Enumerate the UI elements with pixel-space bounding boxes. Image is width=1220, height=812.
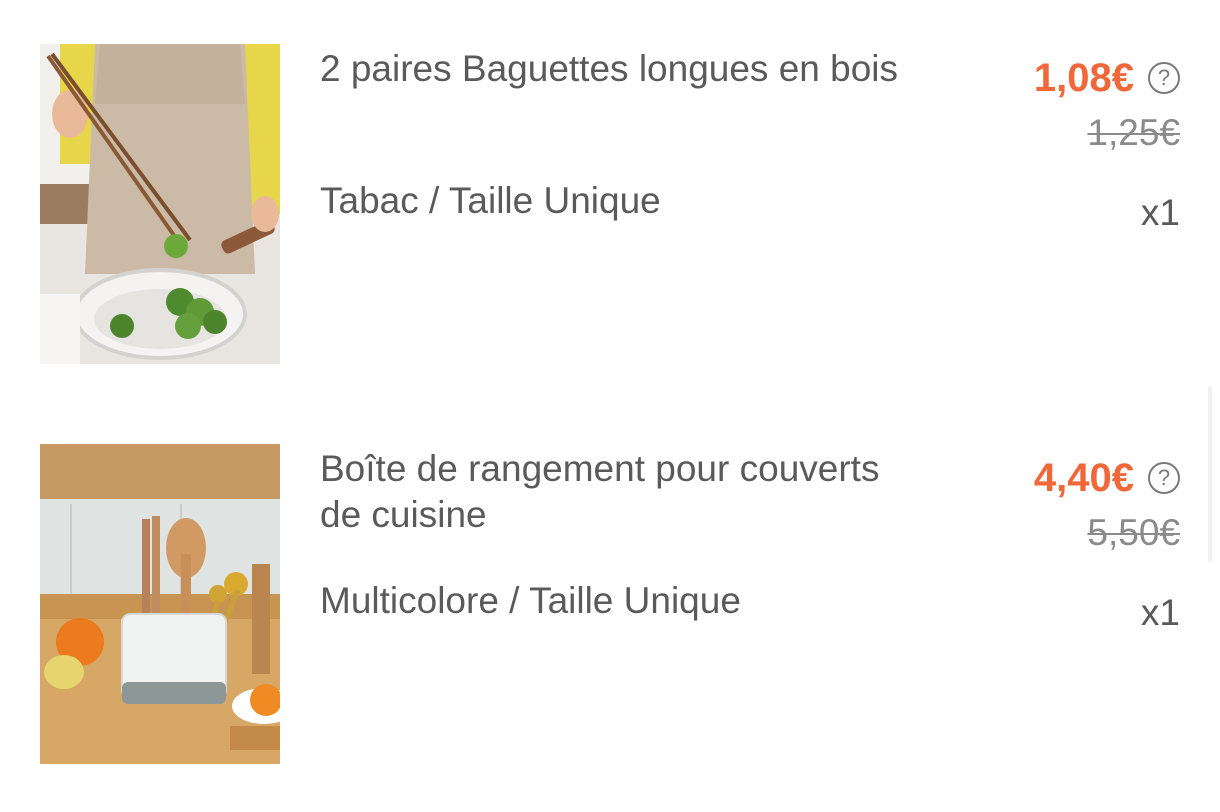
product-image[interactable] bbox=[40, 44, 280, 364]
question-circle-icon[interactable]: ? bbox=[1148, 462, 1180, 494]
cart-item[interactable]: Boîte de rangement pour couverts de cuis… bbox=[0, 444, 1220, 774]
price-row: 1,08€ ? bbox=[1034, 54, 1180, 102]
quantity: x1 bbox=[1140, 592, 1180, 633]
product-variant: Tabac / Taille Unique bbox=[320, 180, 661, 221]
question-circle-icon[interactable]: ? bbox=[1148, 62, 1180, 94]
current-price: 4,40€ bbox=[1033, 456, 1134, 500]
scrollbar[interactable] bbox=[1208, 386, 1212, 562]
original-price: 1,25€ bbox=[1087, 112, 1180, 153]
original-price: 5,50€ bbox=[1087, 512, 1180, 553]
product-name[interactable]: Boîte de rangement pour couverts de cuis… bbox=[320, 446, 920, 538]
price-row: 4,40€ ? bbox=[1034, 454, 1180, 502]
current-price: 1,08€ bbox=[1033, 56, 1134, 100]
product-image[interactable] bbox=[40, 444, 280, 764]
cart-item[interactable]: 2 paires Baguettes longues en bois Tabac… bbox=[0, 44, 1220, 374]
product-variant: Multicolore / Taille Unique bbox=[320, 580, 741, 621]
quantity: x1 bbox=[1140, 192, 1180, 233]
product-name[interactable]: 2 paires Baguettes longues en bois bbox=[320, 46, 920, 92]
